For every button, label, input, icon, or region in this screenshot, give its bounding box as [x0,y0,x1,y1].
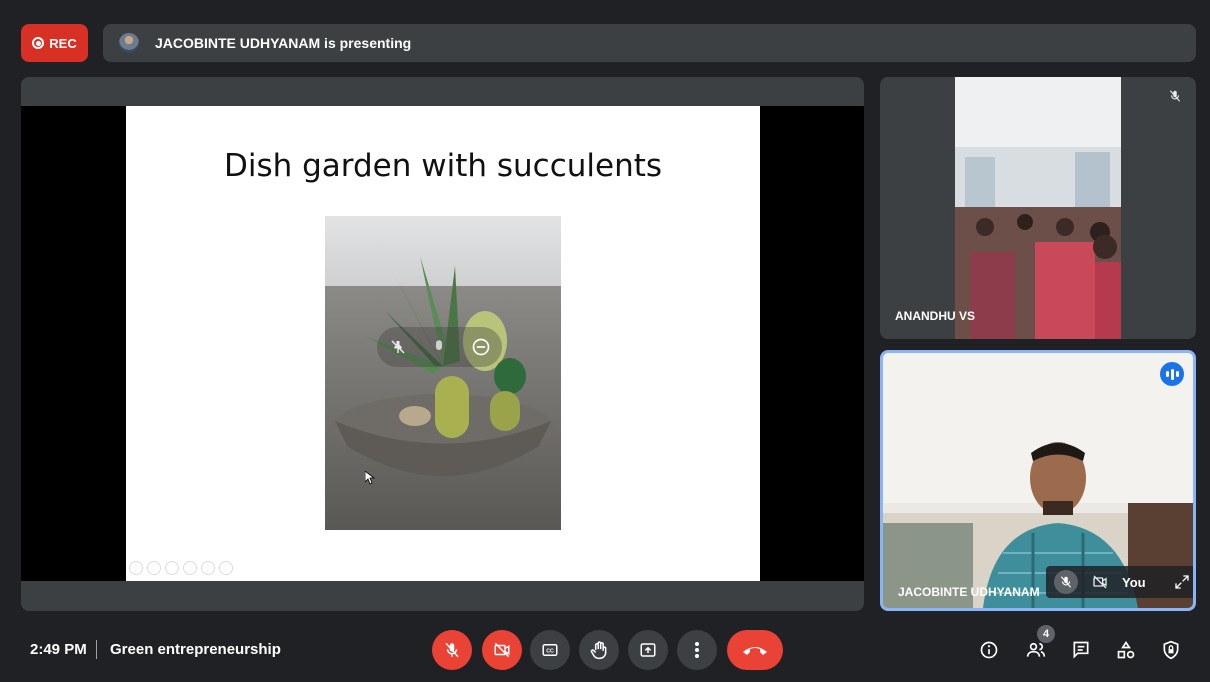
succulent-photo [325,216,561,530]
slide-navigation [129,561,233,575]
mic-off-icon [1168,88,1182,109]
svg-text:CC: CC [546,649,554,655]
audio-icon[interactable] [428,336,450,358]
slide-title: Dish garden with succulents [223,148,663,184]
recording-badge[interactable]: REC [21,24,88,62]
chat-icon [1073,641,1089,659]
captions-icon: CC [542,644,558,656]
present-icon [640,643,656,657]
pin-icon[interactable] [387,336,409,358]
meeting-details-button[interactable] [975,636,1003,664]
host-controls-icon [1163,640,1179,660]
participant-name: ANANDHU VS [895,309,976,323]
self-tile[interactable]: JACOBINTE UDHYANAM You [880,350,1196,611]
raise-hand-icon [590,641,607,660]
camera-off-icon[interactable] [1088,570,1112,594]
hangup-icon [743,647,767,655]
leave-call-button[interactable] [727,630,783,670]
expand-icon[interactable] [1170,570,1193,594]
more-options-button[interactable] [677,630,717,670]
camera-off-icon [494,642,510,658]
captions-button[interactable]: CC [530,630,570,670]
activities-icon [1117,640,1135,659]
pen-icon[interactable] [165,561,179,575]
bottom-bar: 2:49 PM Green entrepreneurship CC 4 [0,616,1210,682]
participant-video [955,77,1121,339]
avatar [119,33,139,53]
mic-off-icon[interactable] [1054,570,1078,594]
host-controls-button[interactable] [1157,636,1185,664]
chat-button[interactable] [1067,636,1095,664]
mic-off-icon [445,642,459,658]
slides-icon[interactable] [183,561,197,575]
people-icon [1026,642,1046,657]
speaking-icon [1160,362,1184,386]
slide: Dish garden with succulents [126,106,760,581]
participant-name: JACOBINTE UDHYANAM [898,585,1040,599]
camera-toggle-button[interactable] [482,630,522,670]
record-icon [32,37,45,49]
more-icon [695,642,699,658]
divider [96,640,97,659]
next-slide-icon[interactable] [147,561,161,575]
mic-toggle-button[interactable] [432,630,472,670]
mouse-cursor-icon [365,471,375,485]
prev-slide-icon[interactable] [129,561,143,575]
meeting-title: Green entrepreneurship [110,641,281,658]
presentation-stage: Dish garden with succulents [21,77,864,611]
self-tile-controls: You [1046,566,1193,598]
presenting-text: JACOBINTE UDHYANAM is presenting [155,35,412,51]
slide-photo [325,216,561,530]
photo-overlay-controls [377,327,502,367]
zoom-icon[interactable] [201,561,215,575]
info-icon [980,641,998,659]
people-count-badge: 4 [1037,625,1055,643]
remove-icon[interactable] [470,336,492,358]
raise-hand-button[interactable] [579,630,619,670]
participant-tile[interactable]: ANANDHU VS [880,77,1196,339]
options-icon[interactable] [219,561,233,575]
recording-label: REC [49,35,77,51]
self-label: You [1122,574,1146,590]
present-button[interactable] [628,630,668,670]
activities-button[interactable] [1112,636,1140,664]
meeting-time: 2:49 PM [30,641,87,658]
